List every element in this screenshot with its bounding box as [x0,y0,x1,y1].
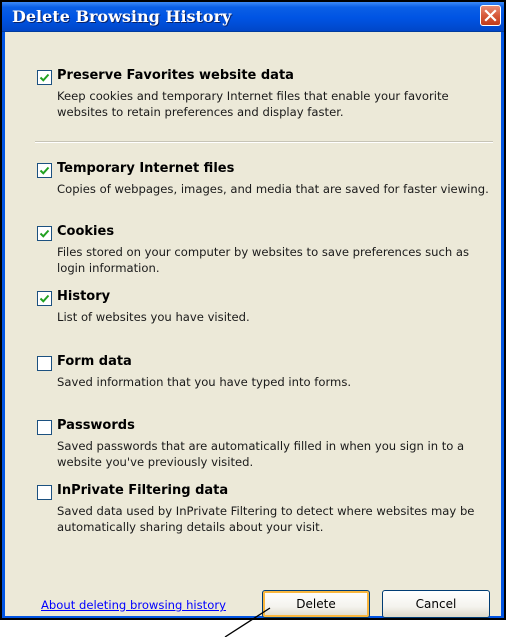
annotation-pointer-line [224,607,271,637]
